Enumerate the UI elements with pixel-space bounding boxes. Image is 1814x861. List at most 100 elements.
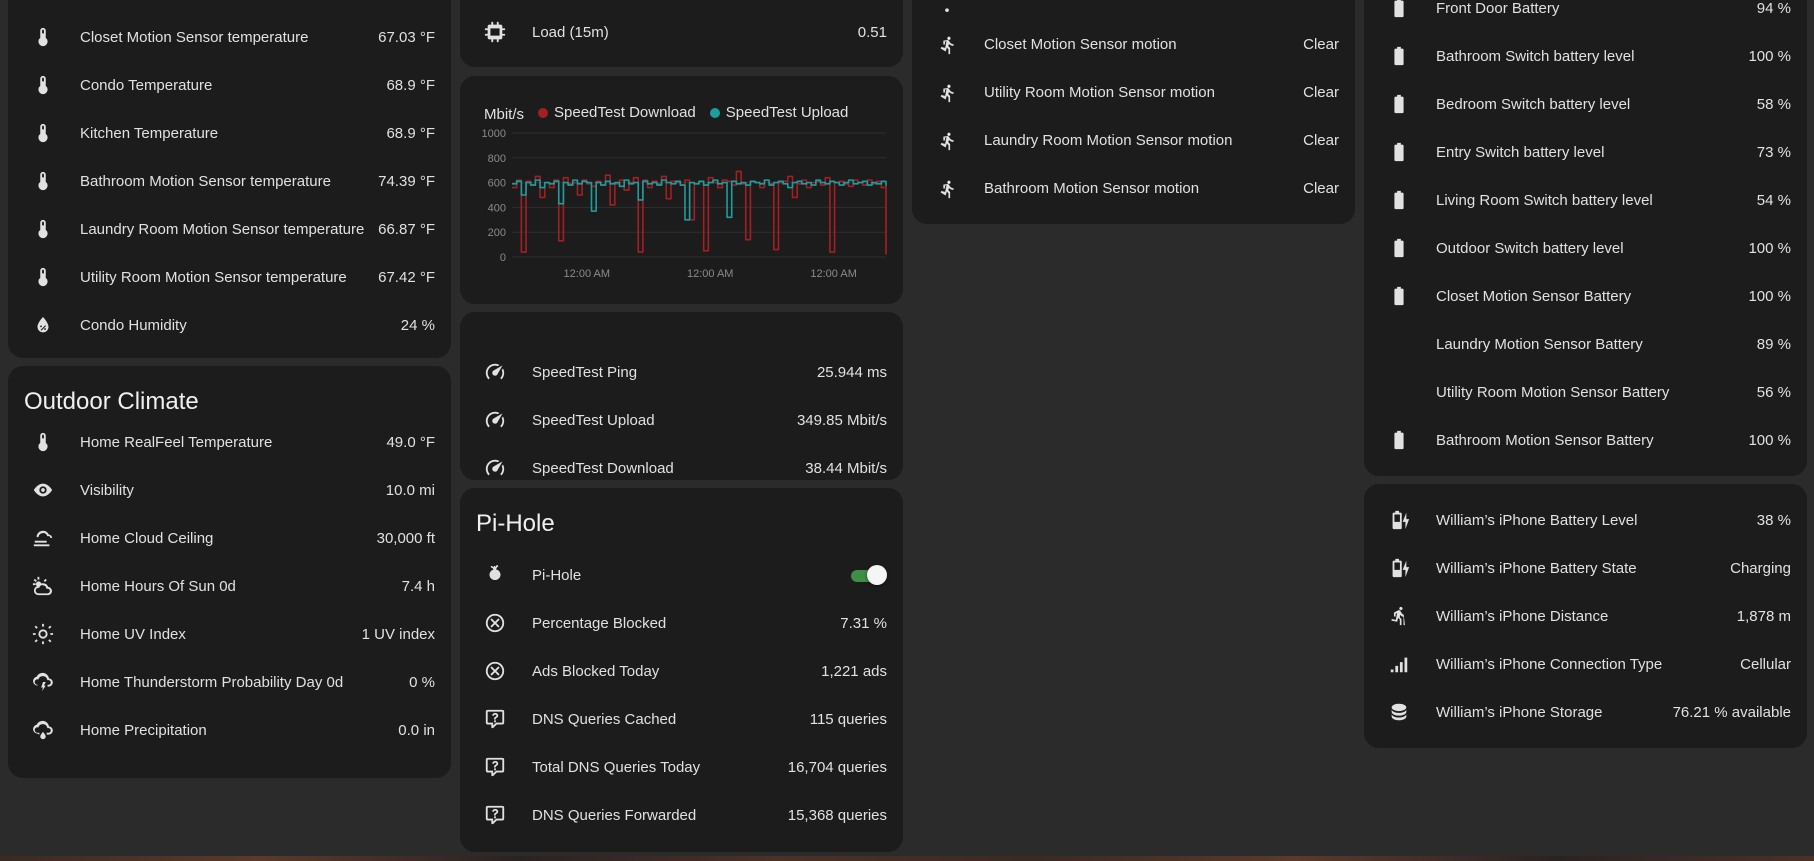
entity-row[interactable]: William’s iPhone Battery Level 38 % — [1364, 496, 1807, 544]
row-label: Utility Room Motion Sensor motion — [984, 83, 1215, 101]
entity-row[interactable]: William’s iPhone Connection Type Cellular — [1364, 640, 1807, 688]
entity-row[interactable]: Bedroom Switch battery level 58 % — [1364, 80, 1807, 128]
entity-row[interactable]: Laundry Motion Sensor Battery 89 % — [1364, 320, 1807, 368]
row-value: 16,704 queries — [787, 758, 887, 776]
pihole-toggle-row[interactable]: Pi-Hole — [460, 551, 903, 599]
entity-row[interactable]: William’s iPhone Storage 76.21 % availabl… — [1364, 688, 1807, 736]
entity-row[interactable]: Condo Temperature 68.9 °F — [8, 61, 451, 109]
close-circle-icon — [484, 612, 506, 634]
row-value: 68.9 °F — [386, 76, 435, 94]
row-label: Bathroom Motion Sensor temperature — [80, 172, 331, 190]
entity-row[interactable]: William’s iPhone Battery State Charging — [1364, 544, 1807, 592]
walk-icon — [936, 33, 958, 55]
row-value: 56 % — [1756, 383, 1791, 401]
thermometer-icon — [32, 218, 54, 240]
entity-row[interactable]: Front Door Battery 94 % — [1364, 0, 1807, 32]
row-label: Condo Temperature — [80, 76, 213, 94]
entity-row[interactable]: SpeedTest Upload 349.85 Mbit/s — [460, 396, 903, 444]
row-value: 89 % — [1756, 335, 1791, 353]
entity-row[interactable]: Utility Room Motion Sensor motion Clear — [912, 68, 1355, 116]
entity-row[interactable]: Closet Motion Sensor temperature 67.03 °F — [8, 13, 451, 61]
row-label: SpeedTest Upload — [532, 411, 655, 429]
y-tick-label: 400 — [488, 202, 506, 214]
row-value: 58 % — [1756, 95, 1791, 113]
pi-hole-icon — [484, 564, 506, 586]
row-value: 0 % — [409, 673, 435, 691]
row-label: Bathroom Switch battery level — [1436, 47, 1635, 65]
y-tick-label: 200 — [488, 227, 506, 239]
entity-row[interactable]: SpeedTest Ping 25.944 ms — [460, 348, 903, 396]
entity-row[interactable]: Bathroom Motion Sensor Battery 100 % — [1364, 416, 1807, 464]
row-value: 38.44 Mbit/s — [805, 459, 887, 477]
pihole-toggle-switch[interactable] — [851, 565, 887, 585]
row-label: Closet Motion Sensor temperature — [80, 28, 309, 46]
entity-row[interactable]: DNS Queries Forwarded 15,368 queries — [460, 791, 903, 839]
battery-icon — [1388, 237, 1410, 259]
battery-charging-icon — [1388, 509, 1410, 531]
row-value: 68.9 °F — [386, 124, 435, 142]
row-label: Home RealFeel Temperature — [80, 433, 273, 451]
entity-row[interactable]: Utility Room Motion Sensor temperature 67… — [8, 253, 451, 301]
entity-row[interactable]: Home Precipitation 0.0 in — [8, 706, 451, 754]
row-value: 49.0 °F — [386, 433, 435, 451]
row-label: Home Hours Of Sun 0d — [80, 577, 236, 595]
entity-row[interactable]: Home Cloud Ceiling 30,000 ft — [8, 514, 451, 562]
entity-row[interactable]: Laundry Room Motion Sensor temperature 66… — [8, 205, 451, 253]
row-value: 66.87 °F — [378, 220, 435, 238]
entity-row[interactable]: Visibility 10.0 mi — [8, 466, 451, 514]
entity-row[interactable]: Home UV Index 1 UV index — [8, 610, 451, 658]
battery-icon — [1388, 45, 1410, 67]
row-label: Total DNS Queries Today — [532, 758, 701, 776]
entity-row[interactable]: Utility Room Motion Sensor Battery 56 % — [1364, 368, 1807, 416]
row-value: 24 % — [400, 316, 435, 334]
row-value: 76.21 % available — [1672, 703, 1791, 721]
row-label: Visibility — [80, 481, 134, 499]
entity-row[interactable]: Total DNS Queries Today 16,704 queries — [460, 743, 903, 791]
entity-row[interactable]: Ads Blocked Today 1,221 ads — [460, 647, 903, 695]
entity-row[interactable]: Home Thunderstorm Probability Day 0d 0 % — [8, 658, 451, 706]
entity-row[interactable]: Bathroom Motion Sensor temperature 74.39 … — [8, 157, 451, 205]
row-label: William’s iPhone Connection Type — [1436, 655, 1663, 673]
row-label: Condo Humidity — [80, 316, 187, 334]
row-value: 0.0 in — [398, 721, 435, 739]
entity-row[interactable]: Condo Humidity 24 % — [8, 301, 451, 349]
entity-row[interactable]: Outdoor Switch battery level 100 % — [1364, 224, 1807, 272]
speedtest-line-chart[interactable]: 1000 800 600 400 200 0 12:00 AM 12:00 AM 12:00 A… — [460, 76, 903, 304]
entity-row[interactable]: Living Room Switch battery level 54 % — [1364, 176, 1807, 224]
row-label: Front Door Battery — [1436, 0, 1560, 17]
close-circle-icon — [484, 660, 506, 682]
row-value: 115 queries — [809, 710, 887, 728]
entity-row[interactable]: Kitchen Temperature 68.9 °F — [8, 109, 451, 157]
entity-row[interactable]: Closet Motion Sensor motion Clear — [912, 20, 1355, 68]
row-label: Utility Room Motion Sensor temperature — [80, 268, 347, 286]
row-label: Load (15m) — [532, 23, 609, 41]
row-value: 100 % — [1748, 287, 1791, 305]
entity-row[interactable]: Bathroom Motion Sensor motion Clear — [912, 164, 1355, 212]
entity-row[interactable]: DNS Queries Cached 115 queries — [460, 695, 903, 743]
entity-row[interactable]: Bathroom Switch battery level 100 % — [1364, 32, 1807, 80]
entity-row[interactable]: SpeedTest Download 38.44 Mbit/s — [460, 444, 903, 480]
row-label: Home Precipitation — [80, 721, 207, 739]
entity-row[interactable]: Entry Switch battery level 73 % — [1364, 128, 1807, 176]
entity-row[interactable]: Laundry Room Motion Sensor motion Clear — [912, 116, 1355, 164]
card-title: Pi-Hole — [476, 510, 555, 537]
row-value: 67.03 °F — [378, 28, 435, 46]
entity-row[interactable]: Home RealFeel Temperature 49.0 °F — [8, 418, 451, 466]
row-label: Bathroom Motion Sensor Battery — [1436, 431, 1654, 449]
entity-row[interactable]: Home Hours Of Sun 0d 7.4 h — [8, 562, 451, 610]
sun-icon — [32, 623, 54, 645]
entity-row[interactable]: Closet Motion Sensor Battery 100 % — [1364, 272, 1807, 320]
row-value: 1 UV index — [361, 625, 435, 643]
y-tick-label: 0 — [500, 252, 506, 264]
row-value: 349.85 Mbit/s — [796, 411, 887, 429]
x-tick-label: 12:00 AM — [810, 268, 856, 280]
entity-row[interactable]: Percentage Blocked 7.31 % — [460, 599, 903, 647]
entity-row[interactable]: William’s iPhone Distance 1,878 m — [1364, 592, 1807, 640]
row-value: 1,878 m — [1736, 607, 1791, 625]
thermometer-icon — [32, 122, 54, 144]
row-value: 74.39 °F — [378, 172, 435, 190]
entity-row[interactable]: Load (15m) 0.51 — [460, 8, 903, 56]
thermometer-icon — [32, 170, 54, 192]
comment-question-icon — [484, 708, 506, 730]
hiking-icon — [1388, 605, 1410, 627]
